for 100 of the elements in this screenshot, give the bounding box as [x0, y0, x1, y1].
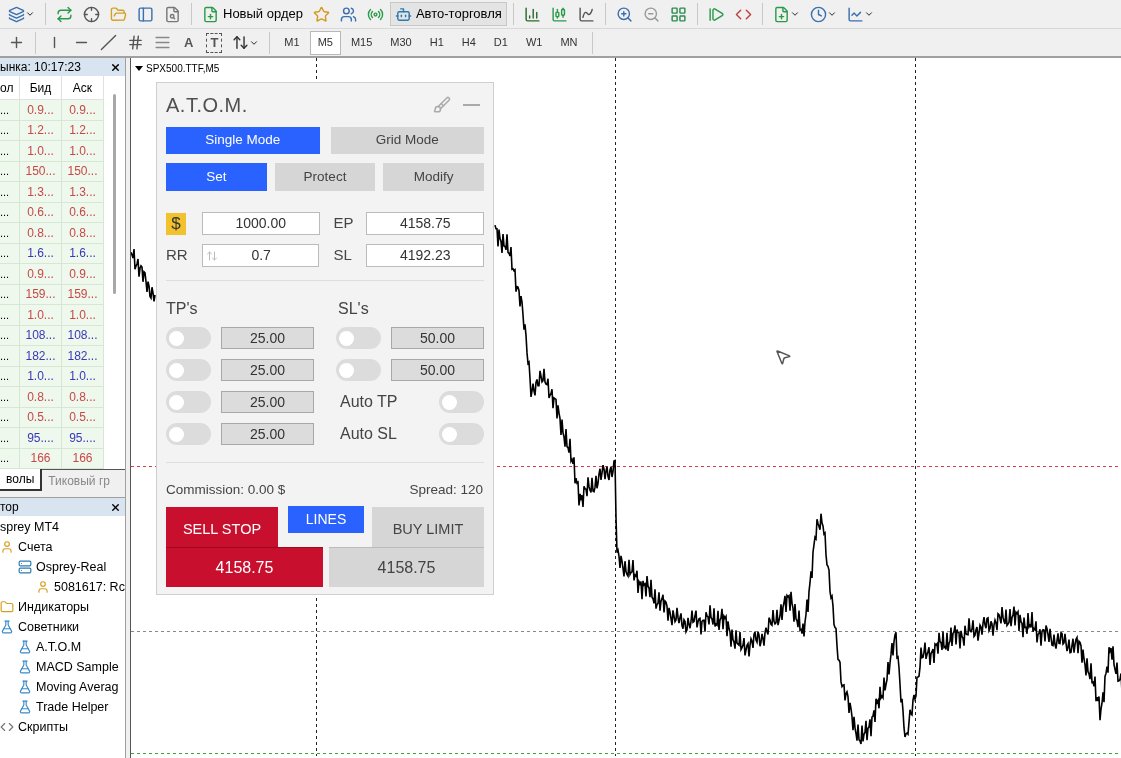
panel-tab[interactable]: волы [0, 469, 43, 491]
section-heading: SL's [338, 299, 369, 317]
bid-cell: 0.9... [20, 100, 62, 120]
symbol-cell: ... [0, 223, 20, 243]
toggle-switch[interactable] [166, 359, 211, 381]
bid-cell: 0.8... [20, 387, 62, 407]
tree-item[interactable]: Trade Helper [36, 697, 109, 717]
bid-cell: 1.0... [20, 305, 62, 325]
timeframe-button[interactable]: H4 [453, 30, 484, 55]
symbol-cell: ... [0, 366, 20, 386]
risk-reward-field[interactable]: 0.7 [201, 244, 320, 267]
currency-button[interactable]: $ [166, 212, 186, 235]
sell-price-button[interactable]: 4158.75 [166, 547, 323, 588]
symbol-cell: ... [0, 448, 20, 468]
toggle-switch[interactable] [439, 423, 484, 445]
column-header[interactable]: ол [0, 76, 20, 99]
toggle-switch[interactable] [439, 391, 484, 413]
text-tool-button[interactable]: T [206, 32, 223, 53]
tree-item[interactable]: MACD Sample [36, 657, 119, 677]
panel-title: тор [0, 499, 19, 516]
auto-trading-button[interactable]: Авто-торговля [389, 2, 507, 26]
field-label: RR [166, 245, 189, 266]
symbol-cell: ... [0, 305, 20, 325]
new-order-button[interactable]: Новый ордер [198, 2, 307, 26]
field-label: EP [333, 213, 355, 234]
tree-item[interactable]: Индикаторы [18, 597, 90, 617]
symbol-cell: ... [0, 161, 20, 181]
folder-icon [0, 600, 14, 614]
server-icon [18, 560, 32, 574]
section-heading: TP's [166, 299, 199, 317]
scrollbar[interactable] [113, 94, 116, 294]
symbol-cell: ... [0, 325, 20, 345]
commission-text: Commission: 0.00 $ [166, 481, 286, 499]
sell-stop-button[interactable]: SELL STOP [166, 507, 278, 548]
expert-icon [18, 660, 32, 674]
stop-loss-field[interactable]: 4192.23 [366, 244, 484, 267]
expert-icon [18, 640, 32, 654]
buy-limit-button[interactable]: BUY LIMIT [372, 507, 484, 548]
value-field[interactable]: 50.00 [391, 327, 484, 349]
price-line-drawing [131, 248, 156, 303]
bid-cell: 95.... [20, 428, 62, 448]
action-tab[interactable]: Protect [274, 163, 376, 191]
symbol-cell: ... [0, 407, 20, 427]
bid-cell: 0.9... [20, 264, 62, 284]
panel-title: ынка: 10:17:23 [0, 59, 81, 76]
symbol-cell: ... [0, 141, 20, 161]
lines-button[interactable]: LINES [288, 506, 364, 534]
tree-item[interactable]: Счета [18, 537, 53, 557]
timeframe-button[interactable]: W1 [517, 30, 551, 55]
bid-cell: 0.6... [20, 202, 62, 222]
tree-item[interactable]: A.T.O.M [36, 637, 82, 657]
timeframe-button[interactable]: H1 [421, 30, 452, 55]
action-tab[interactable]: Set [166, 163, 267, 191]
bid-cell: 1.0... [20, 366, 62, 386]
field-label: SL [333, 245, 353, 266]
column-header[interactable]: Бид [20, 76, 62, 99]
timeframe-button[interactable]: M30 [382, 30, 420, 55]
symbol-cell: ... [0, 120, 20, 140]
mode-tab[interactable]: Grid Mode [330, 127, 484, 154]
brush-icon [433, 96, 451, 114]
toggle-switch[interactable] [166, 423, 211, 445]
timeframe-button[interactable]: MN [552, 30, 586, 55]
text-tool-button[interactable]: A [181, 32, 197, 53]
mode-tab[interactable]: Single Mode [166, 127, 320, 154]
toggle-switch[interactable] [166, 391, 211, 413]
toggle-switch[interactable] [336, 327, 381, 349]
tree-item[interactable]: Советники [18, 617, 80, 637]
timeframe-button[interactable]: M5 [309, 30, 341, 55]
symbol-cell: ... [0, 284, 20, 304]
value-field[interactable]: 25.00 [221, 423, 314, 445]
expert-icon [0, 620, 14, 634]
bid-cell: 1.6... [20, 243, 62, 263]
symbol-cell: ... [0, 428, 20, 448]
tree-item[interactable]: Moving Averag [36, 677, 119, 697]
entry-price-field[interactable]: 4158.75 [366, 212, 484, 235]
timeframe-button[interactable]: M1 [276, 30, 308, 55]
symbol-cell: ... [0, 182, 20, 202]
toggle-switch[interactable] [166, 327, 211, 349]
timeframe-button[interactable]: M15 [342, 30, 381, 55]
chart-menu-icon[interactable] [135, 66, 143, 71]
symbol-cell: ... [0, 100, 20, 120]
bid-cell: 0.8... [20, 223, 62, 243]
bid-cell: 1.0... [20, 141, 62, 161]
tree-item[interactable]: Osprey-Real [36, 557, 107, 577]
risk-field[interactable]: 1000.00 [201, 212, 320, 235]
value-field[interactable]: 25.00 [221, 327, 314, 349]
value-field[interactable]: 25.00 [221, 391, 314, 413]
new-document-icon [202, 5, 219, 23]
timeframe-button[interactable]: D1 [485, 30, 516, 55]
action-tab[interactable]: Modify [383, 163, 484, 191]
buy-price-button[interactable]: 4158.75 [329, 547, 484, 588]
tree-item[interactable]: 5081617: Rc [54, 577, 125, 597]
user-icon [36, 580, 50, 594]
auto-label: Auto SL [339, 424, 398, 444]
value-field[interactable]: 50.00 [391, 359, 484, 381]
bid-cell: 182... [20, 346, 62, 366]
value-field[interactable]: 25.00 [221, 359, 314, 381]
toggle-switch[interactable] [336, 359, 381, 381]
tree-item[interactable]: sprey MT4 [0, 517, 60, 537]
tree-item[interactable]: Скрипты [18, 717, 68, 737]
